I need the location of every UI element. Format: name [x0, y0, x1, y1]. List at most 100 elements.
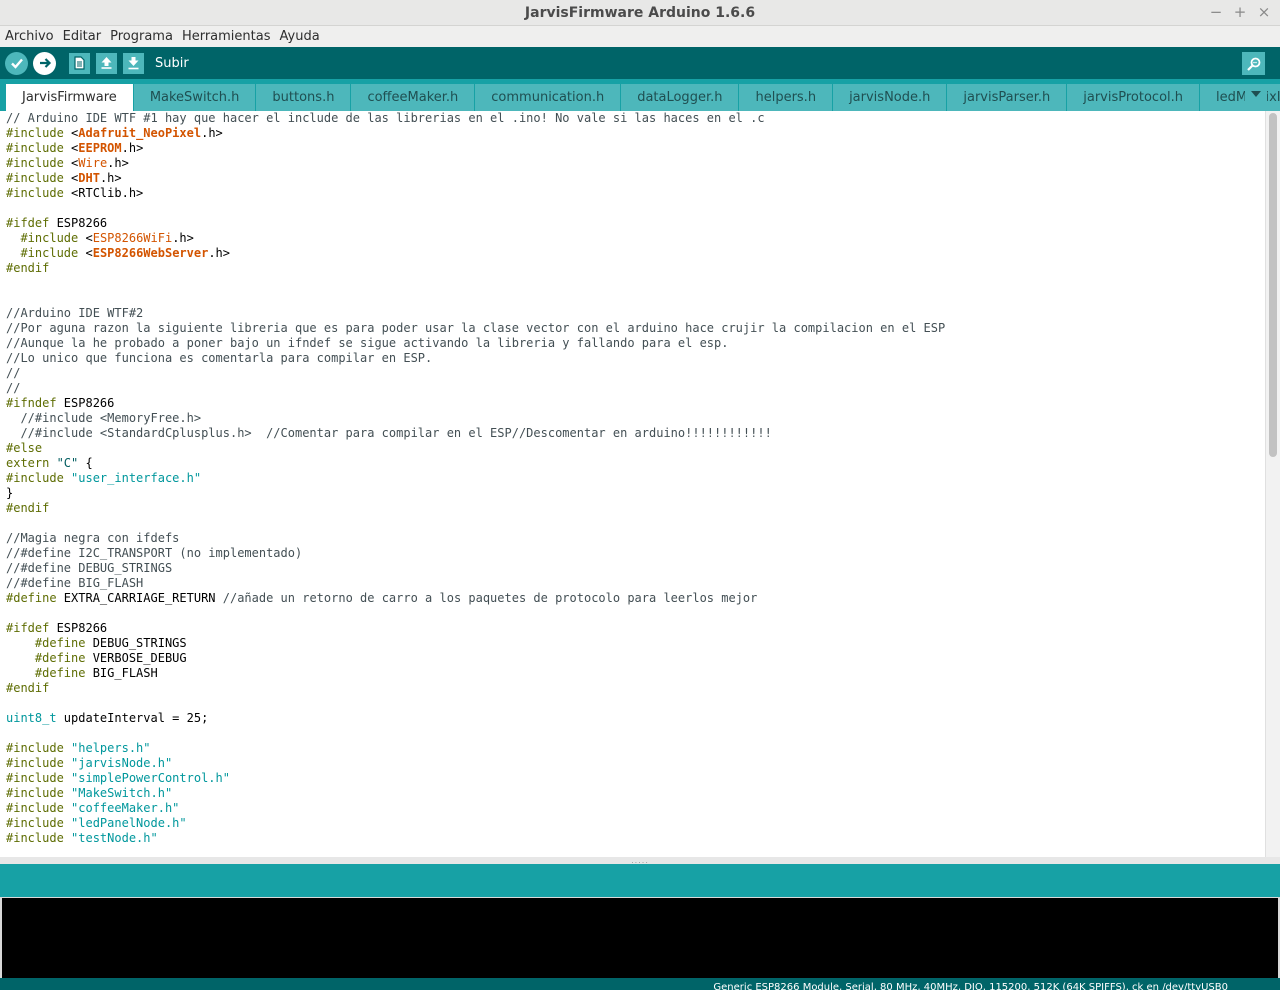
tab-datalogger-h[interactable]: dataLogger.h [621, 84, 739, 111]
menu-ayuda[interactable]: Ayuda [275, 29, 324, 44]
code-token: //#define BIG_FLASH [6, 576, 144, 590]
code-token: #ifndef [6, 396, 64, 410]
save-sketch-button[interactable] [123, 52, 144, 74]
open-icon [101, 57, 112, 69]
code-line: // Arduino IDE WTF #1 hay que hacer el i… [6, 111, 945, 126]
code-line: //Arduino IDE WTF#2 [6, 306, 945, 321]
code-token: "simplePowerControl.h" [71, 771, 230, 785]
code-token: #include [6, 186, 72, 200]
code-token: DHT [78, 171, 100, 185]
code-line: //Lo unico que funciona es comentarla pa… [6, 351, 945, 366]
code-token: #include [6, 231, 86, 245]
code-line: //Por aguna razon la siguiente libreria … [6, 321, 945, 336]
code-line: //Aunque la he probado a poner bajo un i… [6, 336, 945, 351]
tab-menu-button[interactable] [1245, 84, 1267, 111]
code-line: #include "jarvisNode.h" [6, 756, 945, 771]
code-token: VERBOSE_DEBUG [92, 651, 187, 665]
upload-button[interactable] [33, 51, 56, 75]
tab-jarvisfirmware[interactable]: JarvisFirmware [6, 84, 133, 111]
code-token: //#include <MemoryFree.h> [6, 411, 202, 425]
code-token: //Lo unico que funciona es comentarla pa… [6, 351, 433, 365]
menu-editar[interactable]: Editar [58, 29, 106, 44]
code-line: #define VERBOSE_DEBUG [6, 651, 945, 666]
title-bar: JarvisFirmware Arduino 1.6.6 − + × [0, 0, 1280, 26]
code-line: #include "testNode.h" [6, 831, 945, 846]
window-controls: − + × [1206, 2, 1274, 22]
window-title: JarvisFirmware Arduino 1.6.6 [524, 4, 756, 21]
open-sketch-button[interactable] [96, 52, 117, 74]
scrollbar-thumb[interactable] [1269, 113, 1277, 457]
code-line: #include <DHT.h> [6, 171, 945, 186]
tab-helpers-h[interactable]: helpers.h [739, 84, 833, 111]
code-line: #endif [6, 501, 945, 516]
close-button[interactable]: × [1254, 2, 1274, 22]
maximize-button[interactable]: + [1230, 2, 1250, 22]
code-token: #include [6, 831, 72, 845]
tab-buttons-h[interactable]: buttons.h [256, 84, 351, 111]
editor-scrollbar[interactable] [1265, 111, 1280, 857]
code-token: EEPROM [78, 141, 122, 155]
code-line: #ifdef ESP8266 [6, 216, 945, 231]
code-line: #define DEBUG_STRINGS [6, 636, 945, 651]
code-token: .h> [99, 171, 122, 185]
code-token: BIG_FLASH [92, 666, 158, 680]
code-line: #include <RTClib.h> [6, 186, 945, 201]
menu-archivo[interactable]: Archivo [0, 29, 58, 44]
tab-coffeemaker-h[interactable]: coffeeMaker.h [351, 84, 475, 111]
code-token: #include [6, 246, 86, 260]
toolbar: Subir [0, 47, 1280, 79]
code-token: //añade un retorno de carro a los paquet… [222, 591, 758, 605]
minimize-button[interactable]: − [1206, 2, 1226, 22]
code-token: .h> [121, 141, 144, 155]
tab-jarvisprotocol-h[interactable]: jarvisProtocol.h [1067, 84, 1200, 111]
code-token: { [78, 456, 93, 470]
code-token: .h> [201, 126, 223, 140]
code-token: // [6, 381, 21, 395]
serial-monitor-button[interactable] [1242, 52, 1265, 75]
tab-jarvisparser-h[interactable]: jarvisParser.h [947, 84, 1067, 111]
menu-herramientas[interactable]: Herramientas [177, 29, 275, 44]
code-token: #endif [6, 501, 50, 515]
code-line: //Magia negra con ifdefs [6, 531, 945, 546]
tab-makeswitch-h[interactable]: MakeSwitch.h [133, 84, 256, 111]
code-token: < [85, 231, 93, 245]
code-line: #include "helpers.h" [6, 741, 945, 756]
code-token: ESP8266WiFi [92, 231, 173, 245]
code-token: #else [6, 441, 43, 455]
code-token: #include [6, 741, 72, 755]
code-line: //#define DEBUG_STRINGS [6, 561, 945, 576]
code-token: #include [6, 801, 72, 815]
verify-icon [10, 58, 23, 69]
code-line: } [6, 486, 945, 501]
code-token: Adafruit_NeoPixel [78, 126, 202, 140]
code-token: #include [6, 816, 72, 830]
status-footer: Generic ESP8266 Module, Serial, 80 MHz, … [0, 978, 1280, 990]
code-token: #define [6, 666, 93, 680]
verify-button[interactable] [5, 51, 28, 75]
tab-communication-h[interactable]: communication.h [475, 84, 621, 111]
code-token: #include [6, 141, 72, 155]
code-line: #include "MakeSwitch.h" [6, 786, 945, 801]
code-token: .h> [172, 231, 194, 245]
tab-ledmatrixicons-h[interactable]: ledMatrixIcons.h [1200, 84, 1280, 111]
code-token: //Magia negra con ifdefs [6, 531, 180, 545]
code-line: #include <ESP8266WebServer.h> [6, 246, 945, 261]
pane-splitter[interactable]: ..... [0, 856, 1280, 865]
code-token: #include [6, 156, 72, 170]
new-sketch-button[interactable] [69, 52, 90, 74]
code-token: uint8_t [6, 711, 57, 725]
menu-programa[interactable]: Programa [105, 29, 177, 44]
code-editor[interactable]: // Arduino IDE WTF #1 hay que hacer el i… [0, 111, 1265, 857]
code-token: DEBUG_STRINGS [92, 636, 187, 650]
tab-jarvisnode-h[interactable]: jarvisNode.h [833, 84, 947, 111]
code-line: #define EXTRA_CARRIAGE_RETURN //añade un… [6, 591, 945, 606]
code-token: //#include <StandardCplusplus.h> //Comen… [6, 426, 772, 440]
code-line: //#define I2C_TRANSPORT (no implementado… [6, 546, 945, 561]
code-line: #endif [6, 261, 945, 276]
code-token: #define [6, 636, 93, 650]
code-line: // [6, 381, 945, 396]
